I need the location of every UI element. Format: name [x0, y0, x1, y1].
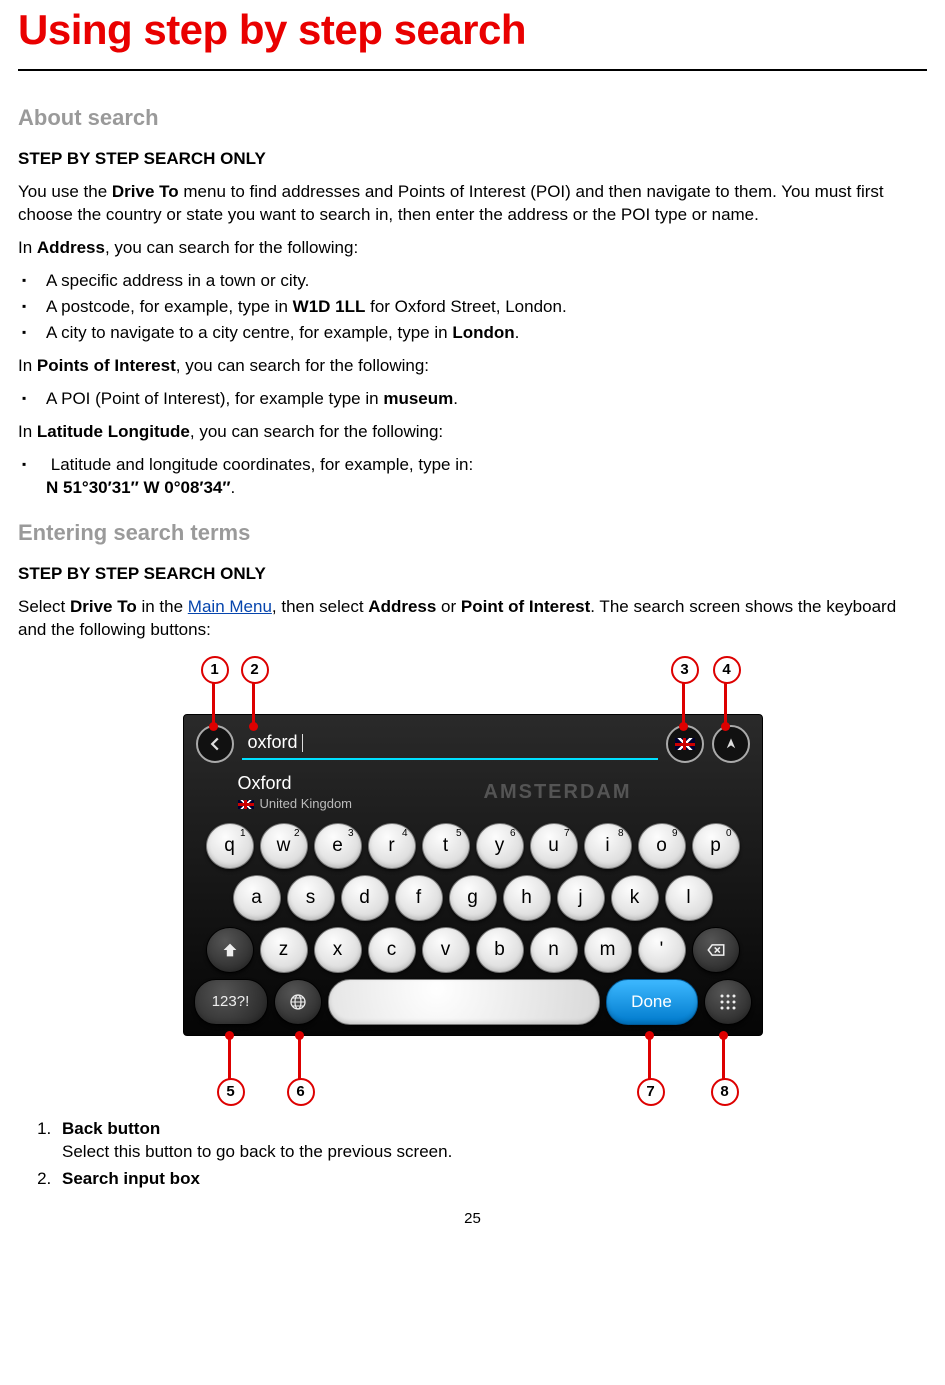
key-g[interactable]: g: [449, 875, 497, 921]
page-title: Using step by step search: [18, 2, 927, 59]
space-key[interactable]: [328, 979, 600, 1025]
key-p[interactable]: p0: [692, 823, 740, 869]
callout-pin-8: 8: [711, 1078, 739, 1106]
globe-key[interactable]: [274, 979, 322, 1025]
key-z[interactable]: z: [260, 927, 308, 973]
grid-icon: [719, 993, 737, 1011]
list-item: A postcode, for example, type in W1D 1LL…: [46, 296, 927, 319]
key-c[interactable]: c: [368, 927, 416, 973]
map-view-button[interactable]: [712, 725, 750, 763]
entering-intro: Select Drive To in the Main Menu, then s…: [18, 596, 927, 642]
main-menu-link[interactable]: Main Menu: [188, 597, 272, 616]
keyboard-row: q1w2e3r4t5y6u7i8o9p0: [194, 823, 752, 869]
keyboard-diagram: 1 2 3 4 oxford Oxford United Kingdom: [183, 656, 763, 1106]
callout-legend: Back button Select this button to go bac…: [18, 1118, 927, 1191]
map-watermark: AMSTERDAM: [484, 779, 632, 806]
key-h[interactable]: h: [503, 875, 551, 921]
search-input-text: oxford: [248, 730, 298, 754]
key-d[interactable]: d: [341, 875, 389, 921]
callout-pin-2: 2: [241, 656, 269, 684]
poi-list: A POI (Point of Interest), for example t…: [18, 388, 927, 411]
page-number: 25: [18, 1209, 927, 1229]
key-r[interactable]: r4: [368, 823, 416, 869]
key-a[interactable]: a: [233, 875, 281, 921]
callout-pin-1: 1: [201, 656, 229, 684]
callout-pin-4: 4: [713, 656, 741, 684]
keyboard-layout-key[interactable]: [704, 979, 752, 1025]
keyboard-row: zxcvbnm': [194, 927, 752, 973]
key-t[interactable]: t5: [422, 823, 470, 869]
title-rule: [18, 69, 927, 71]
search-suggestion[interactable]: Oxford United Kingdom: [194, 769, 752, 823]
poi-lead: In Points of Interest, you can search fo…: [18, 355, 927, 378]
shift-icon: [222, 942, 238, 958]
globe-icon: [288, 992, 308, 1012]
key-n[interactable]: n: [530, 927, 578, 973]
callout-pin-6: 6: [287, 1078, 315, 1106]
key-i[interactable]: i8: [584, 823, 632, 869]
key-e[interactable]: e3: [314, 823, 362, 869]
key-b[interactable]: b: [476, 927, 524, 973]
key-y[interactable]: y6: [476, 823, 524, 869]
search-input[interactable]: oxford: [242, 728, 658, 759]
list-item: Latitude and longitude coordinates, for …: [46, 454, 927, 500]
callout-1-title: Back button: [62, 1119, 160, 1138]
key-w[interactable]: w2: [260, 823, 308, 869]
list-item: A POI (Point of Interest), for example t…: [46, 388, 927, 411]
address-list: A specific address in a town or city. A …: [18, 270, 927, 345]
backspace-icon: [707, 943, 725, 957]
entering-subheading: STEP BY STEP SEARCH ONLY: [18, 563, 927, 586]
callout-item: Back button Select this button to go bac…: [56, 1118, 927, 1164]
address-lead: In Address, you can search for the follo…: [18, 237, 927, 260]
key-x[interactable]: x: [314, 927, 362, 973]
callout-1-desc: Select this button to go back to the pre…: [62, 1142, 452, 1161]
about-subheading: STEP BY STEP SEARCH ONLY: [18, 148, 927, 171]
callout-2-title: Search input box: [62, 1169, 200, 1188]
key-k[interactable]: k: [611, 875, 659, 921]
shift-key[interactable]: [206, 927, 254, 973]
key-apostrophe[interactable]: ': [638, 927, 686, 973]
about-intro: You use the Drive To menu to find addres…: [18, 181, 927, 227]
key-j[interactable]: j: [557, 875, 605, 921]
mode-key[interactable]: 123?!: [194, 979, 268, 1025]
key-s[interactable]: s: [287, 875, 335, 921]
callout-pin-3: 3: [671, 656, 699, 684]
key-f[interactable]: f: [395, 875, 443, 921]
key-q[interactable]: q1: [206, 823, 254, 869]
callout-pin-7: 7: [637, 1078, 665, 1106]
section-entering-heading: Entering search terms: [18, 518, 927, 548]
backspace-key[interactable]: [692, 927, 740, 973]
keyboard-row: 123?! Done: [194, 979, 752, 1025]
list-item: A city to navigate to a city centre, for…: [46, 322, 927, 345]
callout-item: Search input box: [56, 1168, 927, 1191]
uk-flag-icon: [238, 800, 254, 809]
latlon-lead: In Latitude Longitude, you can search fo…: [18, 421, 927, 444]
key-o[interactable]: o9: [638, 823, 686, 869]
uk-flag-icon: [675, 738, 695, 750]
keyboard-row: asdfghjkl: [194, 875, 752, 921]
key-m[interactable]: m: [584, 927, 632, 973]
key-v[interactable]: v: [422, 927, 470, 973]
callout-pin-5: 5: [217, 1078, 245, 1106]
chevron-left-icon: [208, 737, 222, 751]
latlon-list: Latitude and longitude coordinates, for …: [18, 454, 927, 500]
list-item: A specific address in a town or city.: [46, 270, 927, 293]
arrow-icon: [724, 737, 738, 751]
key-u[interactable]: u7: [530, 823, 578, 869]
section-about-heading: About search: [18, 103, 927, 133]
key-l[interactable]: l: [665, 875, 713, 921]
done-key[interactable]: Done: [606, 979, 698, 1025]
